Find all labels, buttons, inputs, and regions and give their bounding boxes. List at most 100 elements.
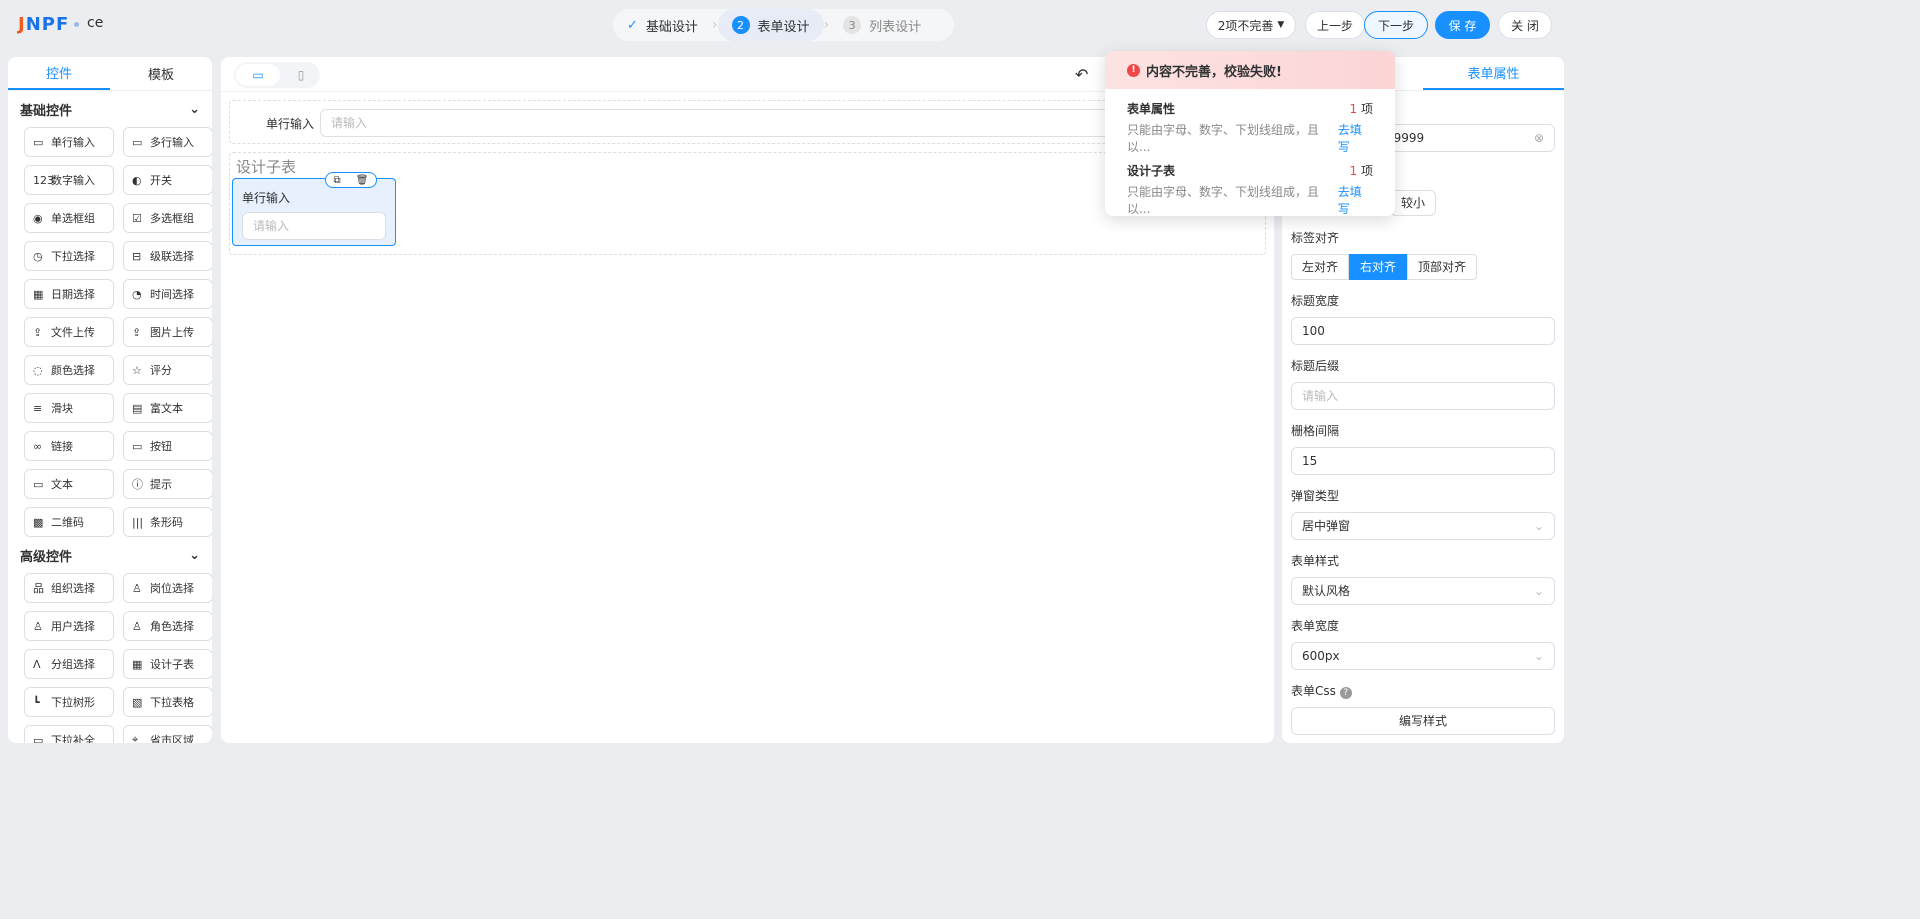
component-item[interactable]: ⓘ 提示 [123,469,212,499]
component-icon: ▭ [33,733,44,744]
close-button[interactable]: 关 闭 [1498,11,1552,39]
component-item[interactable]: ▦ 设计子表 [123,649,212,679]
mobile-icon[interactable]: ▯ [290,64,312,86]
component-item[interactable]: ▦ 日期选择 [24,279,114,309]
component-item[interactable]: ⇪ 文件上传 [24,317,114,347]
component-label: 按钮 [150,440,172,453]
component-item[interactable]: ♙ 岗位选择 [123,573,212,603]
component-item[interactable]: 123 数字输入 [24,165,114,195]
prev-button[interactable]: 上一步 [1305,11,1365,39]
form-style-select[interactable]: 默认风格 ⌄ [1291,577,1555,605]
error-message: 只能由字母、数字、下划线组成，且以... [1127,184,1320,216]
popup-type-select[interactable]: 居中弹窗 ⌄ [1291,512,1555,540]
check-icon: ✓ [627,17,638,33]
text-input[interactable]: 请输入 [242,212,386,240]
component-item[interactable]: ▭ 多行输入 [123,127,212,157]
component-item[interactable]: ▤ 富文本 [123,393,212,423]
next-button[interactable]: 下一步 [1364,11,1428,39]
component-item[interactable]: ▭ 文本 [24,469,114,499]
component-item[interactable]: ☆ 评分 [123,355,212,385]
delete-icon[interactable]: 🗑 [356,175,369,186]
label-suffix-input[interactable]: 请输入 [1291,382,1555,410]
subtable-field[interactable]: ⧉ 🗑 单行输入 请输入 [232,172,396,246]
select-value: 默认风格 [1302,584,1351,598]
component-item[interactable]: ◔ 时间选择 [123,279,212,309]
section-header[interactable]: 高级控件 ⌄ [8,537,212,573]
component-item[interactable]: ◷ 下拉选择 [24,241,114,271]
go-fill-link[interactable]: 去填写 [1338,121,1373,155]
component-item[interactable]: ▧ 下拉表格 [123,687,212,717]
error-icon: ! [1127,63,1140,77]
component-item[interactable]: ┗ 下拉树形 [24,687,114,717]
tab-templates[interactable]: 模板 [110,57,212,90]
form-width-select[interactable]: 600px ⌄ [1291,642,1555,670]
edit-css-button[interactable]: 编写样式 [1291,707,1555,735]
form-css-label: 表单Css [1291,684,1336,698]
component-item[interactable]: ♙ 用户选择 [24,611,114,641]
component-item[interactable]: ◉ 单选框组 [24,203,114,233]
component-item[interactable]: ||| 条形码 [123,507,212,537]
incomplete-label: 2项不完善 [1217,18,1274,33]
step-basic[interactable]: ✓ 基础设计 [613,9,712,41]
component-label: 用户选择 [51,620,95,633]
component-label: 下拉补全 [51,734,95,743]
logo: JNPF [18,14,70,35]
label-width-input[interactable]: 100 [1291,317,1555,345]
field-label: 单行输入 [266,117,315,131]
component-item[interactable]: ♙ 角色选择 [123,611,212,641]
save-button[interactable]: 保 存 [1435,11,1490,39]
component-label: 组织选择 [51,582,95,595]
align-option[interactable]: 右对齐 [1349,254,1408,280]
component-label: 滑块 [51,402,73,415]
component-icon: ◷ [33,249,43,263]
chevron-down-icon: ⌄ [189,547,200,563]
align-option[interactable]: 顶部对齐 [1407,254,1478,280]
component-item[interactable]: ▩ 二维码 [24,507,114,537]
component-item[interactable]: ≡ 滑块 [24,393,114,423]
copy-icon[interactable]: ⧉ [334,175,341,186]
section-header[interactable]: 基础控件 ⌄ [8,91,212,127]
component-icon: ▤ [132,401,143,415]
go-fill-link[interactable]: 去填写 [1338,183,1373,217]
error-count: 1 [1349,164,1358,178]
step-label: 表单设计 [757,19,810,35]
select-value: 600px [1302,649,1340,663]
tab-form-properties[interactable]: 表单属性 [1423,57,1564,90]
component-item[interactable]: ∞ 链接 [24,431,114,461]
component-item[interactable]: ▭ 单行输入 [24,127,114,157]
tab-components[interactable]: 控件 [8,57,110,90]
step-list[interactable]: 3 列表设计 [829,9,935,41]
component-item[interactable]: ⌖ 省市区域 [123,725,212,743]
component-icon: ▦ [33,287,44,301]
component-label: 单行输入 [51,136,95,149]
subtable-title: 设计子表 [236,158,297,176]
clear-icon[interactable]: ⊗ [1534,130,1544,146]
component-item[interactable]: ◐ 开关 [123,165,212,195]
popup-type-label: 弹窗类型 [1291,489,1340,503]
component-item[interactable]: ⇪ 图片上传 [123,317,212,347]
component-item[interactable]: ⴷ 分组选择 [24,649,114,679]
component-item[interactable]: ▭ 下拉补全 [24,725,114,743]
step-form[interactable]: 2 表单设计 [717,9,824,41]
component-item[interactable]: ☑ 多选框组 [123,203,212,233]
gutter-label: 栅格间隔 [1291,424,1340,438]
component-item[interactable]: ▭ 按钮 [123,431,212,461]
incomplete-dropdown[interactable]: 2项不完善 ▼ [1206,11,1296,39]
header: JNPF ce ✓ 基础设计 › 2 表单设计 › 3 列表设计 2项不完善 ▼ 上一步… [0,0,1920,50]
field-label: 单行输入 [242,191,291,205]
size-small-option[interactable]: 较小 [1390,190,1437,216]
gutter-input[interactable]: 15 [1291,447,1555,475]
component-label: 下拉选择 [51,250,95,263]
undo-icon[interactable]: ↶ [1075,65,1088,84]
label-align-label: 标签对齐 [1291,231,1340,245]
app-name: ce [87,15,104,31]
help-icon[interactable]: ? [1339,687,1352,699]
component-item[interactable]: ⊟ 级联选择 [123,241,212,271]
component-item[interactable]: ◌ 颜色选择 [24,355,114,385]
align-option[interactable]: 左对齐 [1291,254,1350,280]
steps: ✓ 基础设计 › 2 表单设计 › 3 列表设计 [613,9,954,41]
desktop-icon[interactable]: ▭ [236,64,280,86]
count-unit: 项 [1360,102,1373,116]
step-label: 列表设计 [869,19,922,35]
component-item[interactable]: 品组织选择 [24,573,114,603]
